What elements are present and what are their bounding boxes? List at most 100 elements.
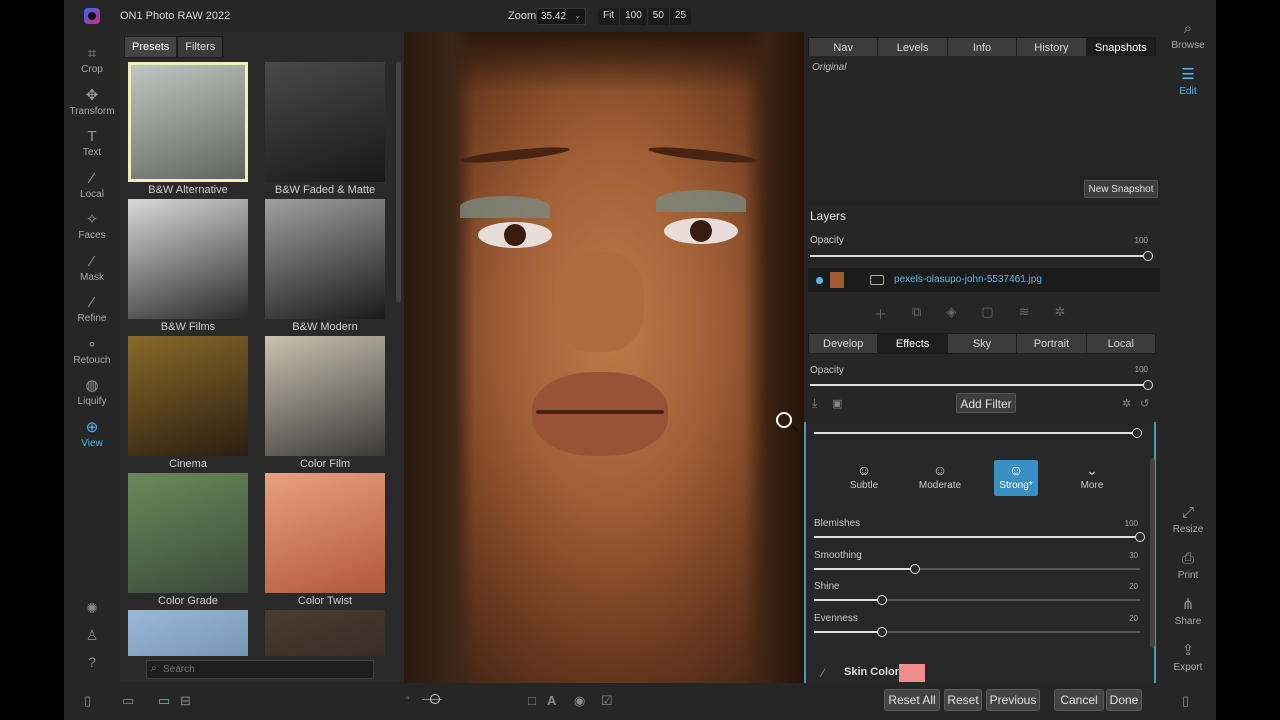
cancel-button[interactable]: Cancel bbox=[1054, 689, 1104, 711]
tool-retouch[interactable]: ∘ Retouch bbox=[64, 335, 120, 377]
toggle-left-panel-icon[interactable]: ▯ bbox=[84, 693, 91, 709]
add-layer-icon[interactable]: ＋ bbox=[874, 304, 887, 323]
resize-icon: ⤢ bbox=[1181, 504, 1194, 521]
reset-button[interactable]: Reset bbox=[944, 689, 982, 711]
slider-smoothing[interactable] bbox=[910, 563, 921, 574]
face-preset-more[interactable]: ⌄ More bbox=[1070, 460, 1114, 496]
tool-share[interactable]: ⋔ Share bbox=[1160, 594, 1216, 640]
tab-local[interactable]: Local bbox=[1087, 334, 1155, 353]
slider-shine[interactable] bbox=[877, 595, 888, 605]
add-filter-button[interactable]: Add Filter bbox=[956, 393, 1016, 413]
zoom-input[interactable]: 35.42 ⌄ bbox=[536, 8, 586, 25]
tool-resize[interactable]: ⤢ Resize bbox=[1160, 502, 1216, 548]
preset-thumbnail[interactable] bbox=[265, 610, 385, 656]
tool-print[interactable]: ⎙ Print bbox=[1160, 548, 1216, 594]
preset-thumbnail[interactable] bbox=[128, 610, 248, 656]
slider-blemishes[interactable] bbox=[1135, 532, 1145, 542]
tab-nav[interactable]: Nav bbox=[809, 38, 879, 57]
tool-view[interactable]: ⊕ View bbox=[64, 418, 120, 460]
tab-presets[interactable]: Presets bbox=[124, 36, 178, 58]
layers-opacity-slider[interactable] bbox=[1143, 251, 1153, 261]
fill-layer-icon[interactable]: ◈ bbox=[946, 304, 956, 323]
browser-scrollbar[interactable] bbox=[396, 62, 401, 302]
tool-local[interactable]: ⁄ Local bbox=[64, 169, 120, 211]
mask-toggle-icon[interactable]: ▣ bbox=[832, 397, 842, 410]
preset-thumbnail[interactable]: Color Film bbox=[265, 336, 385, 473]
preset-thumbnail[interactable]: B&W Faded & Matte bbox=[265, 62, 385, 199]
preview-mode-icon[interactable]: ▫ bbox=[406, 693, 410, 704]
tab-filters[interactable]: Filters bbox=[177, 36, 224, 58]
panel-scrollbar[interactable] bbox=[1150, 458, 1155, 648]
filter-settings-icon[interactable]: ✲ bbox=[1122, 397, 1131, 410]
previous-button[interactable]: Previous bbox=[986, 689, 1040, 711]
compare-view-icon[interactable]: ⊟ bbox=[180, 693, 191, 709]
tool-faces[interactable]: ✧ Faces bbox=[64, 210, 120, 252]
done-button[interactable]: Done bbox=[1106, 689, 1142, 711]
tab-levels[interactable]: Levels bbox=[878, 38, 948, 57]
tool-transform[interactable]: ✥ Transform bbox=[64, 86, 120, 128]
layer-name: pexels-olasupo-john-5537461.jpg bbox=[894, 274, 1042, 285]
face-preset-moderate[interactable]: ☺ Moderate bbox=[918, 460, 962, 496]
tool-export[interactable]: ⇪ Export bbox=[1160, 640, 1216, 686]
preset-thumbnail[interactable]: B&W Alternative bbox=[128, 62, 248, 199]
zoom-25-button[interactable]: 25 bbox=[670, 8, 691, 25]
merge-layers-icon[interactable]: ≋ bbox=[1019, 304, 1030, 323]
left-eye bbox=[478, 222, 552, 248]
toggle-right-panel-icon[interactable]: ▯ bbox=[1182, 693, 1189, 709]
preset-preview-image bbox=[265, 610, 385, 656]
eyedropper-icon[interactable]: ⁄ bbox=[822, 666, 824, 680]
preset-thumbnail[interactable]: Color Grade bbox=[128, 473, 248, 610]
upper-slider[interactable] bbox=[1132, 428, 1142, 438]
copy-icon[interactable]: ▢ bbox=[981, 304, 993, 323]
layer-settings-icon[interactable]: ✲ bbox=[1055, 304, 1066, 323]
tool-mask[interactable]: ⁄ Mask bbox=[64, 252, 120, 294]
layer-visibility-icon[interactable] bbox=[816, 277, 823, 284]
tab-snapshots[interactable]: Snapshots bbox=[1086, 38, 1156, 57]
face-preset-strong[interactable]: ☺ Strong* bbox=[994, 460, 1038, 496]
tool-refine[interactable]: ⁄ Refine bbox=[64, 293, 120, 335]
tab-effects[interactable]: Effects bbox=[878, 334, 948, 353]
preset-name: B&W Modern bbox=[292, 321, 358, 333]
help-icon[interactable]: ? bbox=[64, 654, 120, 681]
tool-text[interactable]: T Text bbox=[64, 127, 120, 169]
single-view-icon[interactable]: ▭ bbox=[158, 693, 170, 709]
preset-thumbnail[interactable]: B&W Modern bbox=[265, 199, 385, 336]
zoom-50-button[interactable]: 50 bbox=[648, 8, 670, 25]
layer-row[interactable]: pexels-olasupo-john-5537461.jpg bbox=[808, 268, 1160, 292]
zoom-slider[interactable] bbox=[430, 694, 440, 704]
tool-label: Text bbox=[82, 147, 102, 158]
tab-history[interactable]: History bbox=[1017, 38, 1087, 57]
skin-color-swatch[interactable] bbox=[899, 664, 925, 682]
slider-evenness[interactable] bbox=[877, 626, 888, 637]
snapshot-item-original[interactable]: Original bbox=[812, 62, 846, 73]
tab-portrait[interactable]: Portrait bbox=[1017, 334, 1087, 353]
reset-filter-icon[interactable]: ↺ bbox=[1140, 397, 1149, 410]
photo-canvas[interactable] bbox=[404, 32, 804, 683]
preset-thumbnail[interactable]: Color Twist bbox=[265, 473, 385, 610]
mask-view-icon[interactable]: ◉ bbox=[574, 693, 585, 709]
reset-all-button[interactable]: Reset All bbox=[884, 689, 940, 711]
before-after-icon[interactable]: □ bbox=[528, 693, 536, 708]
effects-opacity-slider[interactable] bbox=[1143, 380, 1153, 390]
search-field[interactable]: ⌕ Search bbox=[146, 660, 374, 679]
color-picker-icon[interactable]: ✺ bbox=[64, 600, 120, 627]
preset-thumbnail[interactable]: Cinema bbox=[128, 336, 248, 473]
tab-info[interactable]: Info bbox=[948, 38, 1018, 57]
account-icon[interactable]: ♙ bbox=[64, 627, 120, 654]
tab-develop[interactable]: Develop bbox=[809, 334, 879, 353]
module-edit[interactable]: ☰ Edit bbox=[1160, 64, 1216, 110]
text-overlay-icon[interactable]: A bbox=[547, 693, 556, 708]
new-snapshot-button[interactable]: New Snapshot bbox=[1084, 180, 1158, 198]
face-preset-subtle[interactable]: ☺ Subtle bbox=[842, 460, 886, 496]
tool-crop[interactable]: ⌗ Crop bbox=[64, 44, 120, 86]
tool-liquify[interactable]: ◍ Liquify bbox=[64, 376, 120, 418]
module-browse[interactable]: ⌕ Browse bbox=[1160, 18, 1216, 64]
zoom-fit-button[interactable]: Fit bbox=[598, 8, 621, 25]
zoom-100-button[interactable]: 100 bbox=[620, 8, 648, 25]
save-preset-icon[interactable]: ⤓ bbox=[812, 396, 817, 411]
tab-sky[interactable]: Sky bbox=[948, 334, 1018, 353]
preset-thumbnail[interactable]: B&W Films bbox=[128, 199, 248, 336]
check-icon[interactable]: ☑ bbox=[601, 693, 613, 709]
duplicate-layer-icon[interactable]: ⧉ bbox=[912, 304, 921, 323]
filmstrip-icon[interactable]: ▭ bbox=[122, 693, 134, 709]
